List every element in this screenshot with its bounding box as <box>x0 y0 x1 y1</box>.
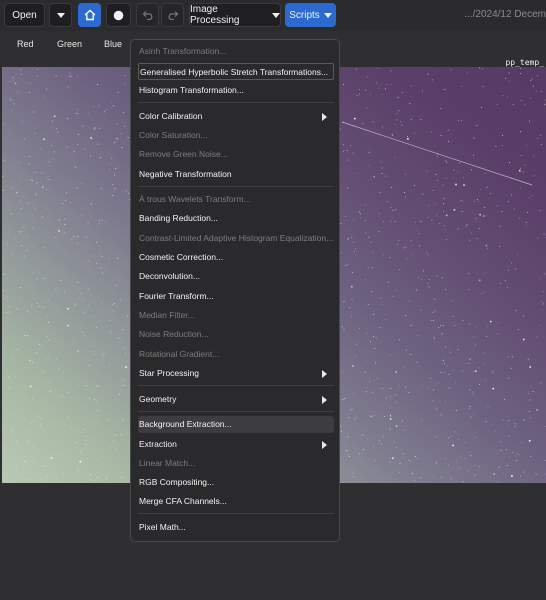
image-processing-label: Image Processing <box>190 4 240 26</box>
menu-item-label: Rotational Gradient... <box>139 349 220 359</box>
menu-item-generalised-hyperbolic-stretch[interactable]: Generalised Hyperbolic Stretch Transform… <box>138 63 334 80</box>
chevron-right-icon <box>322 441 327 449</box>
menu-item-geometry[interactable]: Geometry <box>138 391 334 408</box>
scripts-menu-button[interactable]: Scripts <box>285 3 336 27</box>
menu-item-color-calibration[interactable]: Color Calibration <box>138 108 334 125</box>
menu-item-label: Cosmetic Correction... <box>139 252 224 262</box>
tab-blue[interactable]: Blue <box>104 39 122 49</box>
undo-button[interactable] <box>136 3 159 27</box>
menu-item-asinh-transformation[interactable]: Asinh Transformation... <box>138 43 334 60</box>
chevron-down-icon <box>56 12 65 18</box>
menu-item-banding-reduction[interactable]: Banding Reduction... <box>138 210 334 227</box>
menu-item-label: Histogram Transformation... <box>139 85 244 95</box>
menu-item-label: Linear Match... <box>139 458 196 468</box>
menu-item-label: Color Saturation... <box>139 130 208 140</box>
record-button[interactable] <box>106 3 131 27</box>
menu-item-label: Star Processing <box>139 368 199 378</box>
redo-button[interactable] <box>161 3 184 27</box>
open-label: Open <box>12 9 37 21</box>
menu-item-label: Contrast-Limited Adaptive Histogram Equa… <box>139 233 334 243</box>
home-button[interactable] <box>78 3 101 27</box>
menu-item-label: Background Extraction... <box>139 419 232 429</box>
circle-icon <box>113 10 124 20</box>
menu-item-negative-transformation[interactable]: Negative Transformation <box>138 166 334 183</box>
menu-item-rotational-gradient[interactable]: Rotational Gradient... <box>138 346 334 363</box>
menu-item-label: RGB Compositing... <box>139 477 215 487</box>
menu-item-label: Extraction <box>139 439 177 449</box>
menu-item-label: Deconvolution... <box>139 271 200 281</box>
chevron-right-icon <box>322 370 327 378</box>
menu-item-label: À trous Wavelets Transform... <box>139 194 251 204</box>
menu-item-label: Generalised Hyperbolic Stretch Transform… <box>140 67 329 77</box>
menu-item-noise-reduction[interactable]: Noise Reduction... <box>138 326 334 343</box>
menu-item-star-processing[interactable]: Star Processing <box>138 365 334 382</box>
menu-item-label: Color Calibration <box>139 111 203 121</box>
menu-item-fourier-transform[interactable]: Fourier Transform... <box>138 288 334 305</box>
tab-red[interactable]: Red <box>17 39 34 49</box>
menu-item-label: Geometry <box>139 394 177 404</box>
home-icon <box>84 9 95 21</box>
menu-item-label: Banding Reduction... <box>139 213 218 223</box>
image-processing-menu-button[interactable]: Image Processing <box>189 3 281 27</box>
menu-item-median-filter[interactable]: Median Filter... <box>138 307 334 324</box>
menu-item-extraction[interactable]: Extraction <box>138 436 334 453</box>
menu-item-histogram-transformation[interactable]: Histogram Transformation... <box>138 82 334 99</box>
image-filename: pp_temp_ <box>505 58 544 67</box>
menu-item-label: Remove Green Noise... <box>139 149 228 159</box>
menu-item-cosmetic-correction[interactable]: Cosmetic Correction... <box>138 249 334 266</box>
open-dropdown-button[interactable] <box>49 3 72 27</box>
menu-item-pixel-math[interactable]: Pixel Math... <box>138 519 334 536</box>
chevron-right-icon <box>322 113 327 121</box>
chevron-down-icon <box>272 12 280 18</box>
menu-separator <box>138 513 334 514</box>
menu-item-label: Negative Transformation <box>139 169 232 179</box>
toolbar: Open Image Processing Scripts .../2024/1… <box>0 0 546 31</box>
open-button[interactable]: Open <box>4 3 45 27</box>
menu-separator <box>138 385 334 386</box>
menu-separator <box>138 102 334 103</box>
redo-icon <box>168 11 178 20</box>
menu-item-background-extraction[interactable]: Background Extraction... <box>138 416 334 433</box>
chevron-down-icon <box>323 12 332 18</box>
menu-item-label: Merge CFA Channels... <box>139 496 227 506</box>
menu-item-a-trous-wavelets[interactable]: À trous Wavelets Transform... <box>138 191 334 208</box>
image-processing-menu: Asinh Transformation... Generalised Hype… <box>130 39 340 542</box>
menu-item-label: Median Filter... <box>139 310 195 320</box>
menu-item-label: Pixel Math... <box>139 522 186 532</box>
chevron-right-icon <box>322 396 327 404</box>
undo-icon <box>142 11 152 20</box>
tab-green[interactable]: Green <box>57 39 82 49</box>
menu-separator <box>138 186 334 187</box>
menu-item-merge-cfa-channels[interactable]: Merge CFA Channels... <box>138 493 334 510</box>
menu-item-label: Fourier Transform... <box>139 291 214 301</box>
file-path: .../2024/12 Decem <box>464 9 546 20</box>
menu-item-color-saturation[interactable]: Color Saturation... <box>138 127 334 144</box>
menu-item-label: Noise Reduction... <box>139 329 209 339</box>
menu-item-label: Asinh Transformation... <box>139 46 227 56</box>
menu-item-clahe[interactable]: Contrast-Limited Adaptive Histogram Equa… <box>138 230 334 247</box>
menu-item-deconvolution[interactable]: Deconvolution... <box>138 268 334 285</box>
menu-separator <box>138 411 334 412</box>
scripts-label: Scripts <box>289 9 320 21</box>
menu-item-linear-match[interactable]: Linear Match... <box>138 455 334 472</box>
menu-item-rgb-compositing[interactable]: RGB Compositing... <box>138 474 334 491</box>
satellite-trail <box>341 121 533 186</box>
menu-item-remove-green-noise[interactable]: Remove Green Noise... <box>138 146 334 163</box>
